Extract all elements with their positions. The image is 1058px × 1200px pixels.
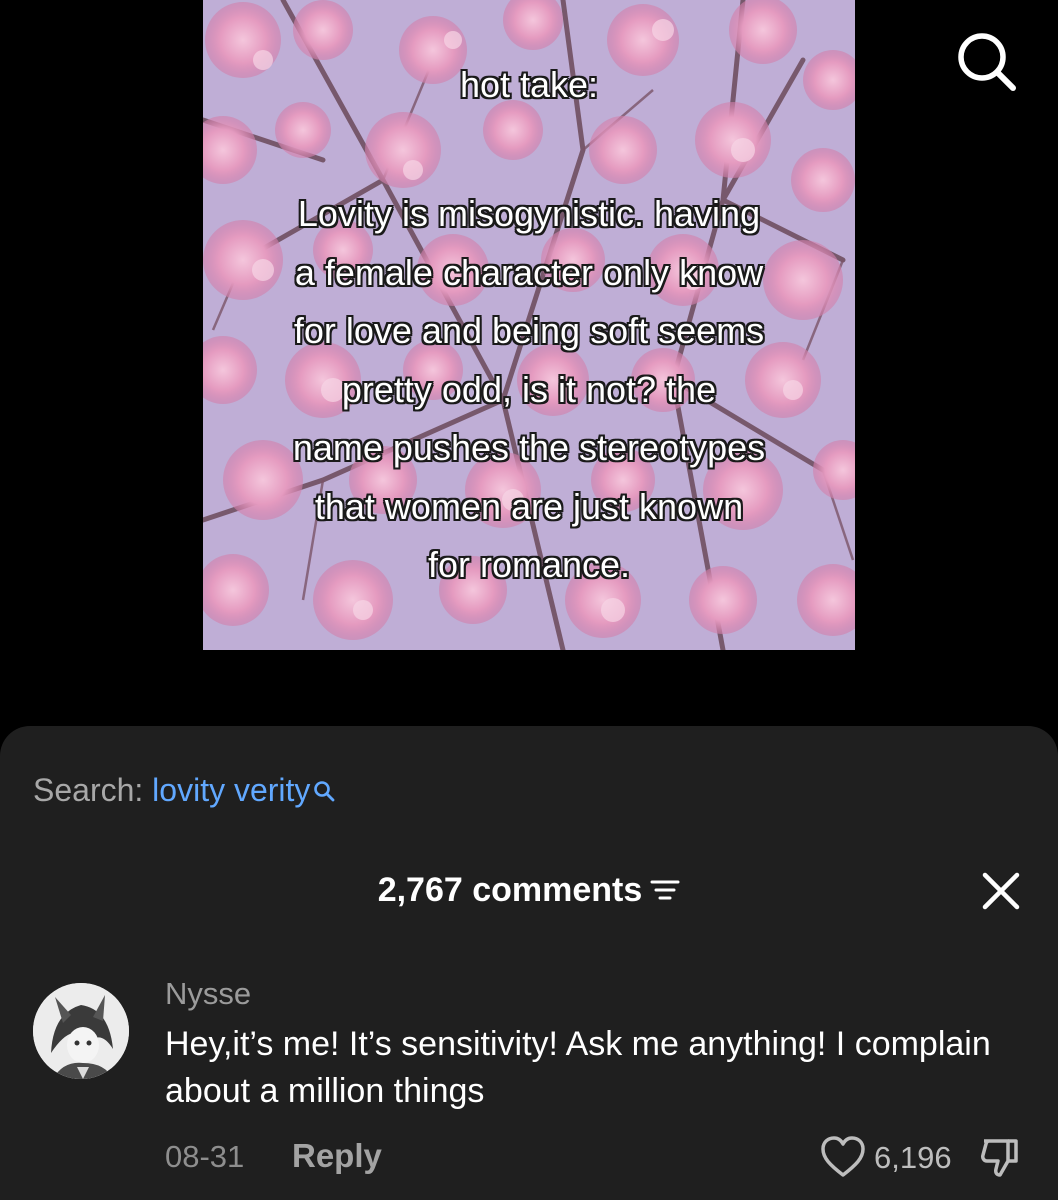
search-suggestion-link[interactable]: Search: lovity verity [33,770,336,812]
search-suggestion-term[interactable]: lovity verity [152,772,310,808]
overlay-line: a female character only know [294,251,764,293]
comment-date: 08-31 [165,1139,245,1174]
comments-count: 2,767 comments [377,871,643,909]
overlay-line: for love and being soft seems [293,310,765,351]
top-search-button[interactable] [953,28,1019,94]
tiktok-comments-screen: hot take: Lovity is misogynistic. having… [0,0,1058,1200]
close-comments-button[interactable] [980,870,1022,912]
comments-header: 2,767 comments [0,866,1058,914]
heart-icon[interactable] [820,1135,866,1184]
overlay-line: that women are just known [314,485,744,527]
thumbs-down-icon[interactable] [978,1135,1022,1184]
video-area[interactable]: hot take: Lovity is misogynistic. having… [0,0,1058,730]
like-count: 6,196 [874,1140,952,1175]
overlay-line: Lovity is misogynistic. having [297,193,761,234]
video-overlay-text: Lovity is misogynistic. having a female … [203,185,855,595]
overlay-line: for romance. [427,544,631,585]
search-icon [312,772,336,812]
search-icon [958,33,1016,91]
sort-icon[interactable] [650,868,680,916]
avatar[interactable] [33,983,129,1079]
search-suggestion-prefix: Search: [33,772,144,808]
overlay-line: name pushes the stereotypes [292,427,766,468]
video-frame[interactable]: hot take: Lovity is misogynistic. having… [203,0,855,650]
reply-button[interactable]: Reply [292,1136,382,1176]
close-icon [982,872,1020,910]
comment-username[interactable]: Nysse [165,975,251,1013]
video-overlay-title: hot take: [459,64,599,105]
comment-text: Hey,it’s me! It’s sensitivity! Ask me an… [165,1025,991,1110]
overlay-line: pretty odd, is it not? the [341,368,717,410]
